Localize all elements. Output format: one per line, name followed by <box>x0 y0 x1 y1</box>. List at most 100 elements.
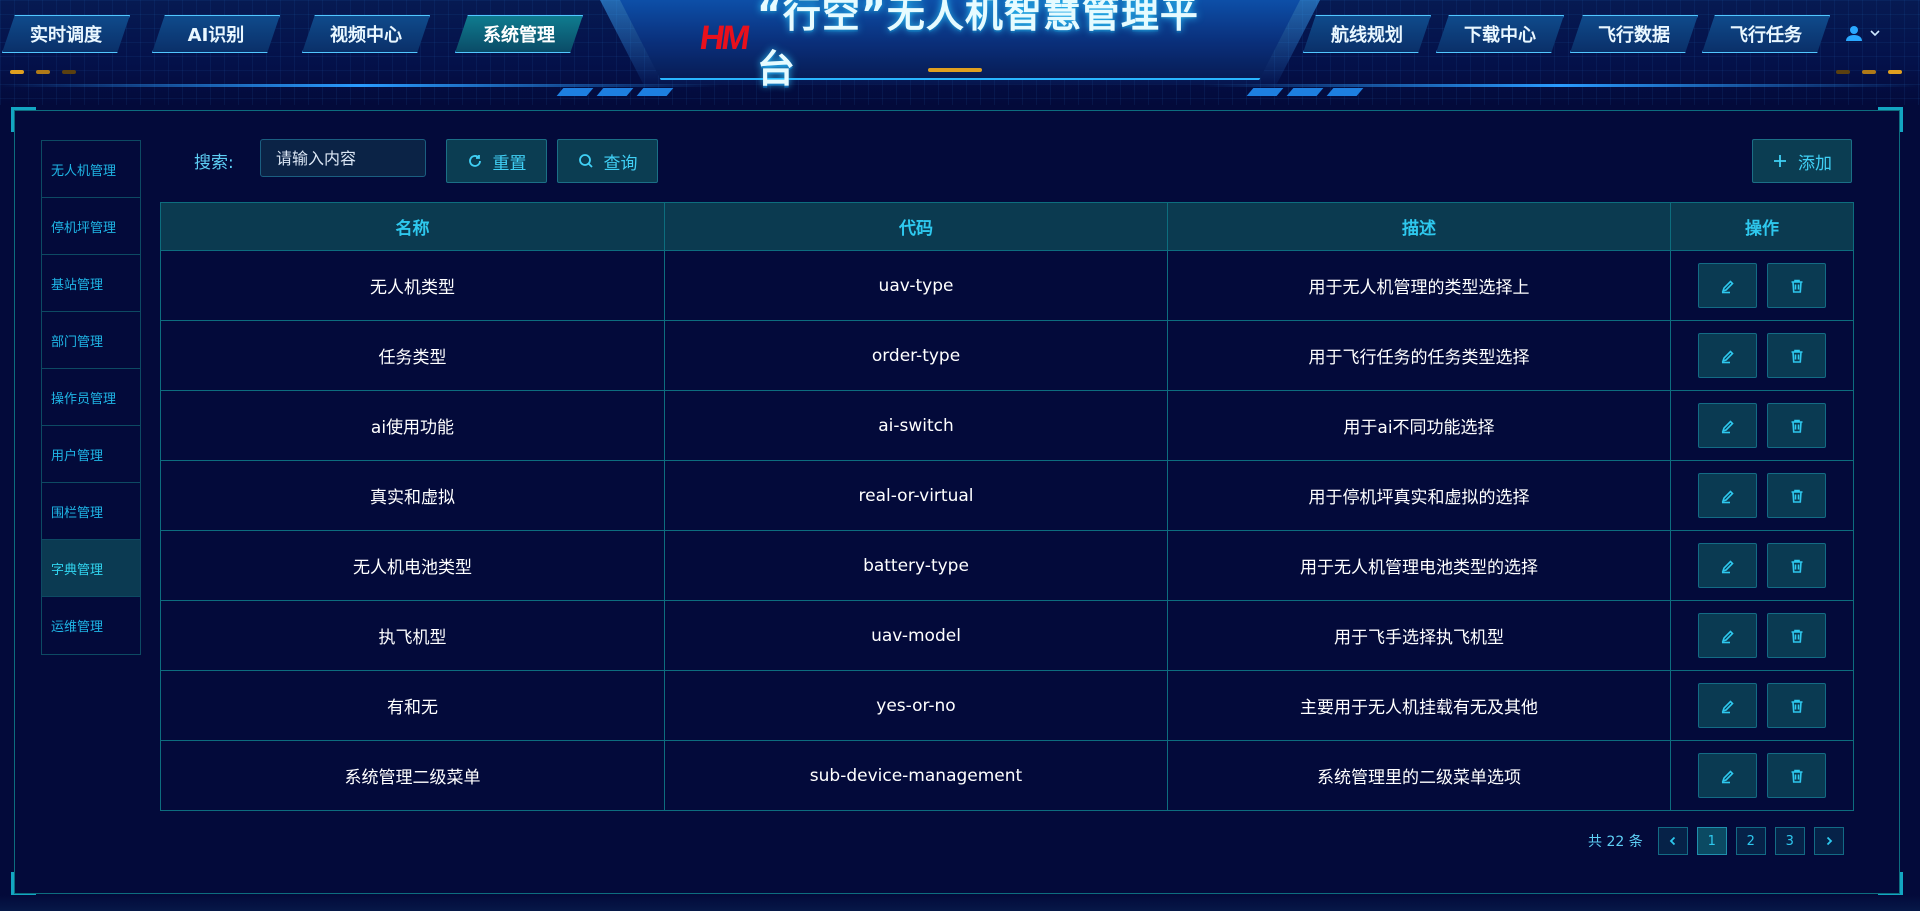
edit-button[interactable] <box>1698 403 1757 448</box>
cell-actions <box>1671 461 1853 530</box>
cell-code: uav-model <box>665 601 1168 670</box>
edit-icon <box>1721 489 1734 503</box>
cell-actions <box>1671 391 1853 460</box>
reset-button[interactable]: 重置 <box>446 139 547 183</box>
trash-icon <box>1791 279 1802 293</box>
sidebar-item-maintenance-management[interactable]: 运维管理 <box>42 597 140 654</box>
column-header-actions: 操作 <box>1745 219 1779 239</box>
edit-button[interactable] <box>1698 333 1757 378</box>
nav-tab-route-planning[interactable]: 航线规划 <box>1303 15 1431 53</box>
panel-corner <box>1878 107 1903 132</box>
nav-tab-download-center[interactable]: 下载中心 <box>1436 15 1564 53</box>
cell-description: 用于无人机管理的类型选择上 <box>1168 251 1671 320</box>
trash-icon <box>1791 419 1802 433</box>
cell-actions <box>1671 741 1853 810</box>
search-label: 搜索: <box>194 153 234 173</box>
sidebar-item-department-management[interactable]: 部门管理 <box>42 312 140 369</box>
cell-name: 无人机类型 <box>161 251 665 320</box>
page-button-1[interactable]: 1 <box>1696 827 1727 855</box>
cell-name: 系统管理二级菜单 <box>161 741 665 810</box>
trash-icon <box>1791 769 1802 783</box>
cell-name: 有和无 <box>161 671 665 740</box>
edit-button[interactable] <box>1698 753 1757 798</box>
sidebar-item-operator-management[interactable]: 操作员管理 <box>42 369 140 426</box>
dictionary-table: 名称 代码 描述 操作 无人机类型 uav-type 用于无人机管理的类型选择上 任务… <box>160 202 1854 811</box>
nav-tab-video-center[interactable]: 视频中心 <box>302 15 430 53</box>
prev-page-button[interactable] <box>1657 827 1688 855</box>
panel-corner <box>1878 872 1903 897</box>
trash-icon <box>1791 699 1802 713</box>
decor-dash-center <box>928 68 982 72</box>
sidebar-item-uav-management[interactable]: 无人机管理 <box>42 141 140 198</box>
delete-button[interactable] <box>1767 333 1826 378</box>
edit-button[interactable] <box>1698 613 1757 658</box>
nav-tab-flight-tasks[interactable]: 飞行任务 <box>1702 15 1830 53</box>
column-header-description: 描述 <box>1168 203 1671 250</box>
nav-tab-ai-recognition[interactable]: AI识别 <box>152 15 280 53</box>
cell-name: ai使用功能 <box>161 391 665 460</box>
decor-line-right <box>1200 84 1920 87</box>
decor-dash <box>10 70 24 74</box>
cell-actions <box>1671 321 1853 390</box>
sidebar-item-fence-management[interactable]: 围栏管理 <box>42 483 140 540</box>
add-button[interactable]: 添加 <box>1752 139 1852 183</box>
edit-icon <box>1721 419 1734 433</box>
delete-button[interactable] <box>1767 403 1826 448</box>
refresh-icon <box>468 155 481 167</box>
cell-actions <box>1671 601 1853 670</box>
delete-button[interactable] <box>1767 263 1826 308</box>
table-header: 名称 代码 描述 操作 <box>161 203 1853 251</box>
delete-button[interactable] <box>1767 753 1826 798</box>
cell-code: uav-type <box>665 251 1168 320</box>
decor-line-left <box>0 84 720 87</box>
decor-dash <box>62 70 76 74</box>
delete-button[interactable] <box>1767 543 1826 588</box>
delete-button[interactable] <box>1767 473 1826 518</box>
decor-dash <box>1836 70 1850 74</box>
chevron-left-icon <box>1669 836 1675 846</box>
cell-description: 用于ai不同功能选择 <box>1168 391 1671 460</box>
user-menu[interactable] <box>1845 24 1881 42</box>
trash-icon <box>1791 349 1802 363</box>
decor-dash <box>36 70 50 74</box>
panel-corner <box>11 107 36 132</box>
edit-button[interactable] <box>1698 473 1757 518</box>
search-input[interactable] <box>260 139 426 177</box>
column-header-name: 名称 <box>161 203 665 250</box>
nav-tab-system-management[interactable]: 系统管理 <box>455 15 583 53</box>
sidebar-item-base-station-management[interactable]: 基站管理 <box>42 255 140 312</box>
page-button-3[interactable]: 3 <box>1774 827 1805 855</box>
sidebar-item-user-management[interactable]: 用户管理 <box>42 426 140 483</box>
edit-icon <box>1721 699 1734 713</box>
cell-code: real-or-virtual <box>665 461 1168 530</box>
query-button[interactable]: 查询 <box>557 139 658 183</box>
trash-icon <box>1791 629 1802 643</box>
cell-code: ai-switch <box>665 391 1168 460</box>
delete-button[interactable] <box>1767 683 1826 728</box>
top-header: HM “行空”无人机智慧管理平台 实时调度 AI识别 视频中心 系统管理 航线规… <box>0 0 1920 105</box>
cell-name: 任务类型 <box>161 321 665 390</box>
edit-button[interactable] <box>1698 263 1757 308</box>
nav-tab-flight-data[interactable]: 飞行数据 <box>1570 15 1698 53</box>
edit-button[interactable] <box>1698 683 1757 728</box>
cell-description: 主要用于无人机挂载有无及其他 <box>1168 671 1671 740</box>
cell-code: sub-device-management <box>665 741 1168 810</box>
sidebar-item-apron-management[interactable]: 停机坪管理 <box>42 198 140 255</box>
cell-name: 无人机电池类型 <box>161 531 665 600</box>
table-row: 无人机类型 uav-type 用于无人机管理的类型选择上 <box>161 251 1853 321</box>
page-button-2[interactable]: 2 <box>1735 827 1766 855</box>
table-row: 任务类型 order-type 用于飞行任务的任务类型选择 <box>161 321 1853 391</box>
next-page-button[interactable] <box>1813 827 1844 855</box>
nav-tab-realtime-dispatch[interactable]: 实时调度 <box>2 15 130 53</box>
edit-icon <box>1721 559 1734 573</box>
app-title-text: “行空”无人机智慧管理平台 <box>756 0 1199 91</box>
delete-button[interactable] <box>1767 613 1826 658</box>
decor-dash <box>1862 70 1876 74</box>
table-row: ai使用功能 ai-switch 用于ai不同功能选择 <box>161 391 1853 461</box>
cell-actions <box>1671 531 1853 600</box>
table-row: 无人机电池类型 battery-type 用于无人机管理电池类型的选择 <box>161 531 1853 601</box>
cell-code: yes-or-no <box>665 671 1168 740</box>
edit-button[interactable] <box>1698 543 1757 588</box>
plus-icon <box>1774 155 1786 167</box>
sidebar-item-dictionary-management[interactable]: 字典管理 <box>42 540 140 597</box>
